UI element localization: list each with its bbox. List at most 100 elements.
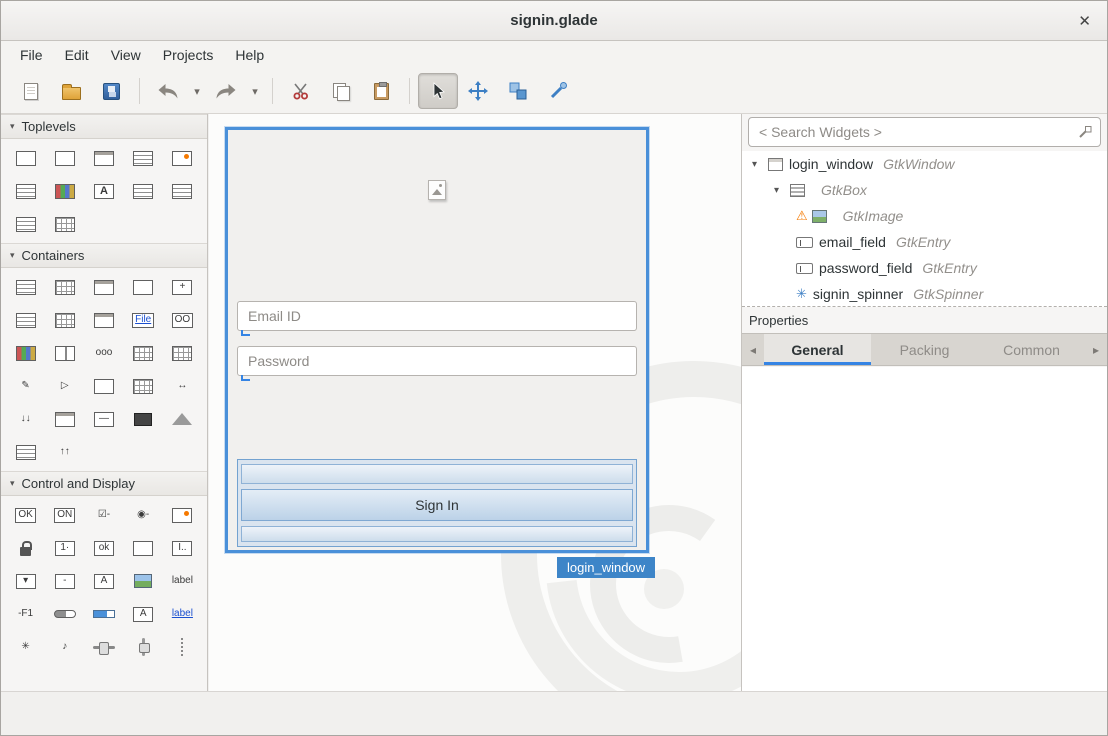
palette-link-button[interactable]: label xyxy=(167,602,197,626)
palette-button[interactable]: OK xyxy=(11,503,41,527)
palette-lock-button[interactable] xyxy=(11,536,41,560)
align-edit-button[interactable] xyxy=(538,73,578,109)
redo-menu-button[interactable]: ▾ xyxy=(246,73,264,109)
palette-spinner[interactable]: ✳ xyxy=(11,635,41,659)
signin-button[interactable]: Sign In xyxy=(241,489,633,521)
design-window-login[interactable]: Email ID Password Sign In xyxy=(225,127,649,553)
palette-check-button[interactable]: ☑- xyxy=(89,503,119,527)
paste-button[interactable] xyxy=(361,73,401,109)
palette-icon-view[interactable] xyxy=(167,341,197,365)
box-filler-top[interactable] xyxy=(241,464,633,484)
tree-row-gtkbox[interactable]: ▾GtkBox xyxy=(742,177,1107,203)
open-project-button[interactable] xyxy=(51,73,91,109)
palette-menu-button[interactable] xyxy=(167,503,197,527)
copy-button[interactable] xyxy=(321,73,361,109)
palette-frame[interactable] xyxy=(128,275,158,299)
undo-menu-button[interactable]: ▾ xyxy=(188,73,206,109)
cut-button[interactable] xyxy=(281,73,321,109)
tree-row-signin-spinner[interactable]: ✳signin_spinnerGtkSpinner xyxy=(742,281,1107,307)
tab-packing[interactable]: Packing xyxy=(871,334,978,365)
palette-file-chooser-dialog[interactable] xyxy=(11,179,41,203)
palette-application-window[interactable] xyxy=(50,146,80,170)
menu-projects[interactable]: Projects xyxy=(152,43,225,67)
tab-general[interactable]: General xyxy=(764,334,871,365)
palette-layout[interactable] xyxy=(89,374,119,398)
tabs-left-arrow-icon[interactable]: ◂ xyxy=(742,334,764,365)
palette-dialog[interactable] xyxy=(89,146,119,170)
palette-font-chooser-dialog[interactable]: A xyxy=(89,179,119,203)
palette-volume-button[interactable]: ♪ xyxy=(50,635,80,659)
palette-notebook-pages[interactable] xyxy=(89,308,119,332)
palette-combo-box-text[interactable]: - xyxy=(50,569,80,593)
palette-window[interactable] xyxy=(11,146,41,170)
palette-paned[interactable]: + xyxy=(167,275,197,299)
undo-button[interactable] xyxy=(148,73,188,109)
palette-combo-box-entry[interactable]: A xyxy=(89,569,119,593)
menu-help[interactable]: Help xyxy=(224,43,275,67)
palette-alignment[interactable] xyxy=(50,407,80,431)
palette-viewport[interactable]: ↓↓ xyxy=(11,407,41,431)
margin-edit-button[interactable] xyxy=(498,73,538,109)
palette-stack[interactable] xyxy=(11,440,41,464)
palette-message-dialog[interactable] xyxy=(128,146,158,170)
tree-row-email-field[interactable]: email_fieldGtkEntry xyxy=(742,229,1107,255)
save-button[interactable] xyxy=(91,73,131,109)
drag-resize-button[interactable] xyxy=(458,73,498,109)
box-filler-bottom[interactable] xyxy=(241,526,633,542)
palette-about-dialog[interactable] xyxy=(167,146,197,170)
palette-scrollbar[interactable] xyxy=(128,635,158,659)
new-project-button[interactable] xyxy=(11,73,51,109)
palette-accel-label[interactable]: -F1 xyxy=(11,602,41,626)
palette-assistant[interactable] xyxy=(11,212,41,236)
palette-entry[interactable] xyxy=(128,536,158,560)
palette-scrolled-window[interactable]: ↔ xyxy=(167,374,197,398)
signin-button-box[interactable]: Sign In xyxy=(237,459,637,547)
tabs-right-arrow-icon[interactable]: ▸ xyxy=(1085,334,1107,365)
expander-icon[interactable]: ▾ xyxy=(752,159,768,170)
palette-level-bar[interactable] xyxy=(89,602,119,626)
tree-row-login-window[interactable]: ▾login_windowGtkWindow xyxy=(742,151,1107,177)
palette-file-chooser-button[interactable]: File xyxy=(128,308,158,332)
palette-grid[interactable] xyxy=(50,275,80,299)
palette-separator-vertical[interactable] xyxy=(167,635,197,659)
palette-label[interactable]: label xyxy=(167,569,197,593)
expander-icon[interactable]: ▾ xyxy=(774,185,790,196)
tree-row-gtkimage[interactable]: ⚠GtkImage xyxy=(742,203,1107,229)
close-icon[interactable]: ✕ xyxy=(1078,12,1091,30)
palette-radio-button[interactable]: ◉- xyxy=(128,503,158,527)
email-entry[interactable]: Email ID xyxy=(237,301,637,331)
palette-separator[interactable]: — xyxy=(89,407,119,431)
palette-spin-button[interactable]: 1· xyxy=(50,536,80,560)
palette-paned-vertical[interactable] xyxy=(50,341,80,365)
palette-app-chooser-dialog[interactable] xyxy=(167,179,197,203)
palette-size-group[interactable]: ooo xyxy=(89,341,119,365)
palette-text-view[interactable]: A xyxy=(128,602,158,626)
palette-section-control-and-display[interactable]: ▾Control and Display xyxy=(1,471,207,496)
palette-aspect-frame[interactable]: OO xyxy=(167,308,197,332)
palette-event-box[interactable] xyxy=(128,407,158,431)
menu-edit[interactable]: Edit xyxy=(54,43,100,67)
redo-button[interactable] xyxy=(206,73,246,109)
palette-progress-bar[interactable] xyxy=(50,602,80,626)
tab-common[interactable]: Common xyxy=(978,334,1085,365)
selector-button[interactable] xyxy=(418,73,458,109)
palette-section-containers[interactable]: ▾Containers xyxy=(1,243,207,268)
widget-search-input[interactable]: < Search Widgets > xyxy=(748,117,1101,147)
palette-offscreen-window[interactable] xyxy=(50,212,80,236)
palette-color-button[interactable]: ok xyxy=(89,536,119,560)
tree-row-password-field[interactable]: password_fieldGtkEntry xyxy=(742,255,1107,281)
image-placeholder-icon[interactable] xyxy=(428,180,446,200)
palette-flow-box[interactable] xyxy=(50,308,80,332)
palette-combo-box[interactable]: ▾ xyxy=(11,569,41,593)
palette-switch[interactable]: ON xyxy=(50,503,80,527)
menu-view[interactable]: View xyxy=(100,43,152,67)
palette-tree-view[interactable] xyxy=(11,341,41,365)
palette-color-chooser-dialog[interactable] xyxy=(50,179,80,203)
palette-tool-item-group[interactable]: ▷ xyxy=(50,374,80,398)
palette-fixed[interactable] xyxy=(128,374,158,398)
palette-search-entry[interactable]: I.. xyxy=(167,536,197,560)
search-widgets-icon[interactable] xyxy=(1078,125,1092,139)
palette-image[interactable] xyxy=(128,569,158,593)
palette-box[interactable] xyxy=(11,275,41,299)
palette-notebook[interactable] xyxy=(89,275,119,299)
